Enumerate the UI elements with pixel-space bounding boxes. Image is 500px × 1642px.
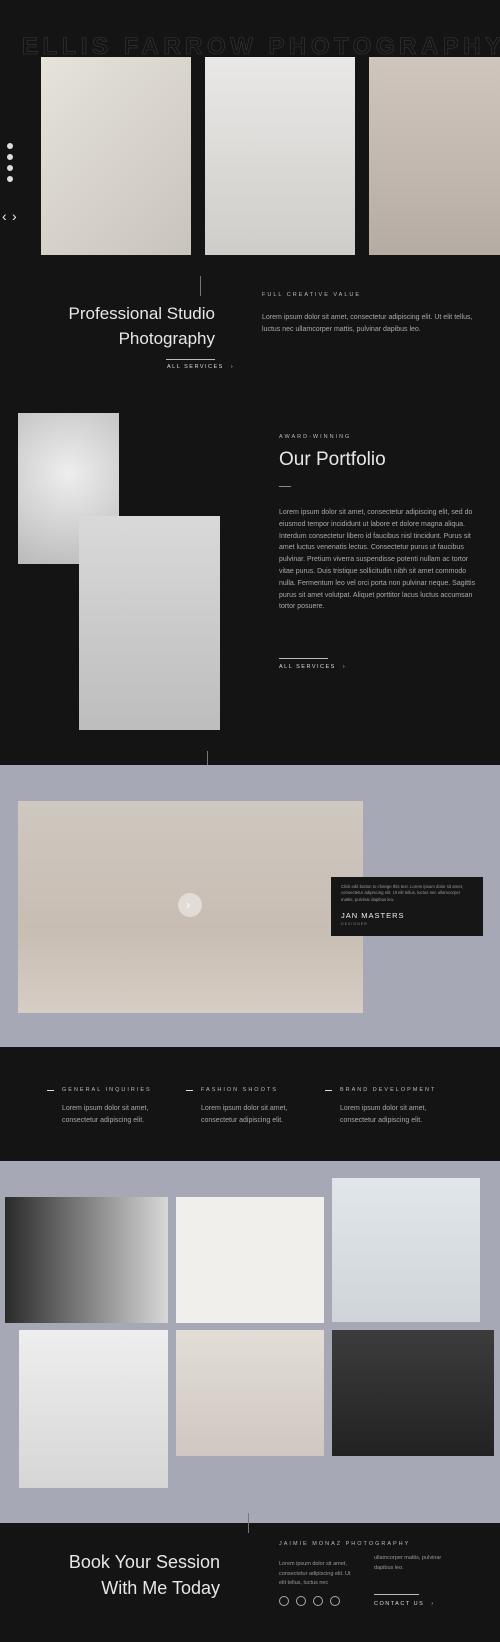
- footer-eyebrow: JAIMIE MONAZ PHOTOGRAPHY: [279, 1541, 411, 1547]
- service-item: FASHION SHOOTS Lorem ipsum dolor sit ame…: [186, 1087, 306, 1127]
- facebook-icon[interactable]: [279, 1596, 289, 1606]
- service-title: GENERAL INQUIRIES: [62, 1087, 152, 1093]
- footer-col1: Lorem ipsum dolor sit amet, consectetur …: [279, 1561, 351, 1586]
- hero-photo-portrait: [369, 57, 500, 255]
- portfolio-section: AWARD-WINNING Our Portfolio Lorem ipsum …: [0, 392, 500, 771]
- service-item: BRAND DEVELOPMENT Lorem ipsum dolor sit …: [325, 1087, 455, 1127]
- gallery-photo-young-man: [176, 1330, 324, 1456]
- gallery-photo-hands-face: [176, 1197, 324, 1323]
- arrow-right-icon: ›: [230, 364, 235, 370]
- intro-section: Professional Studio Photography ALL SERV…: [0, 272, 500, 392]
- footer-social: [279, 1596, 340, 1606]
- service-body: Lorem ipsum dolor sit amet, consectetur …: [62, 1105, 149, 1124]
- studio-section: › Click edit button to change this text.…: [0, 765, 500, 1047]
- testimonial-card: Click edit button to change this text. L…: [331, 877, 483, 936]
- twitter-icon[interactable]: [7, 154, 13, 160]
- hero-photo-group: [205, 57, 355, 255]
- intro-title-line1: Professional Studio: [68, 304, 215, 323]
- portfolio-eyebrow: AWARD-WINNING: [279, 434, 352, 440]
- service-title: BRAND DEVELOPMENT: [340, 1087, 437, 1093]
- services-section: GENERAL INQUIRIES Lorem ipsum dolor sit …: [0, 1047, 500, 1161]
- footer-section: Book Your Session With Me Today JAIMIE M…: [0, 1513, 500, 1642]
- gallery-photo-squatting: [19, 1330, 168, 1488]
- intro-body: Lorem ipsum dolor sit amet, consectetur …: [262, 314, 473, 333]
- youtube-icon[interactable]: [7, 165, 13, 171]
- pinterest-icon[interactable]: [7, 176, 13, 182]
- portfolio-body: Lorem ipsum dolor sit amet, consectetur …: [279, 509, 476, 611]
- studio-photo: ›: [18, 801, 363, 1013]
- gallery-photo-sunglasses: [332, 1330, 494, 1456]
- arrow-right-icon: ›: [431, 1601, 435, 1607]
- intro-eyebrow: FULL CREATIVE VALUE: [262, 292, 362, 298]
- hero-photo-dancer: [41, 57, 191, 255]
- intro-title-line2: Photography: [118, 329, 215, 348]
- service-item: GENERAL INQUIRIES Lorem ipsum dolor sit …: [47, 1087, 167, 1127]
- service-body: Lorem ipsum dolor sit amet, consectetur …: [340, 1105, 427, 1124]
- intro-link-label: ALL SERVICES: [167, 364, 224, 370]
- slider-prev-button[interactable]: ‹: [2, 208, 7, 224]
- portfolio-all-services-link[interactable]: ALL SERVICES ›: [279, 664, 346, 670]
- slider-next-button[interactable]: ›: [12, 208, 17, 224]
- service-body: Lorem ipsum dolor sit amet, consectetur …: [201, 1105, 288, 1124]
- testimonial-text: Click edit button to change this text. L…: [341, 884, 464, 902]
- service-title: FASHION SHOOTS: [201, 1087, 278, 1093]
- footer-link-label: CONTACT US: [374, 1601, 425, 1607]
- social-bar: [7, 143, 15, 182]
- testimonial-name: JAN MASTERS: [341, 911, 405, 921]
- footer-title-line1: Book Your Session: [68, 1552, 220, 1572]
- footer-col2: ullamcorper mattis, pulvinar dapibus leo…: [374, 1555, 442, 1571]
- chevron-right-icon: ›: [186, 897, 191, 912]
- footer-title-line2: With Me Today: [101, 1578, 220, 1598]
- play-button[interactable]: ›: [178, 893, 202, 917]
- facebook-icon[interactable]: [7, 143, 13, 149]
- hero-section: ELLIS FARROW PHOTOGRAPHY ‹ ›: [0, 0, 500, 272]
- gallery-photo-sitting-couple: [332, 1178, 480, 1322]
- portfolio-title: Our Portfolio: [279, 449, 386, 470]
- intro-all-services-link[interactable]: ALL SERVICES ›: [167, 364, 234, 370]
- youtube-icon[interactable]: [313, 1596, 323, 1606]
- arrow-right-icon: ›: [342, 664, 347, 670]
- portfolio-link-label: ALL SERVICES: [279, 664, 336, 670]
- snapchat-icon[interactable]: [330, 1596, 340, 1606]
- gallery-photo-two-women: [5, 1197, 168, 1323]
- portfolio-photo-model: [79, 516, 220, 730]
- testimonial-role: DESIGNER: [341, 922, 368, 927]
- footer-contact-link[interactable]: CONTACT US ›: [374, 1601, 435, 1607]
- gallery-section: [0, 1161, 500, 1523]
- instagram-icon[interactable]: [296, 1596, 306, 1606]
